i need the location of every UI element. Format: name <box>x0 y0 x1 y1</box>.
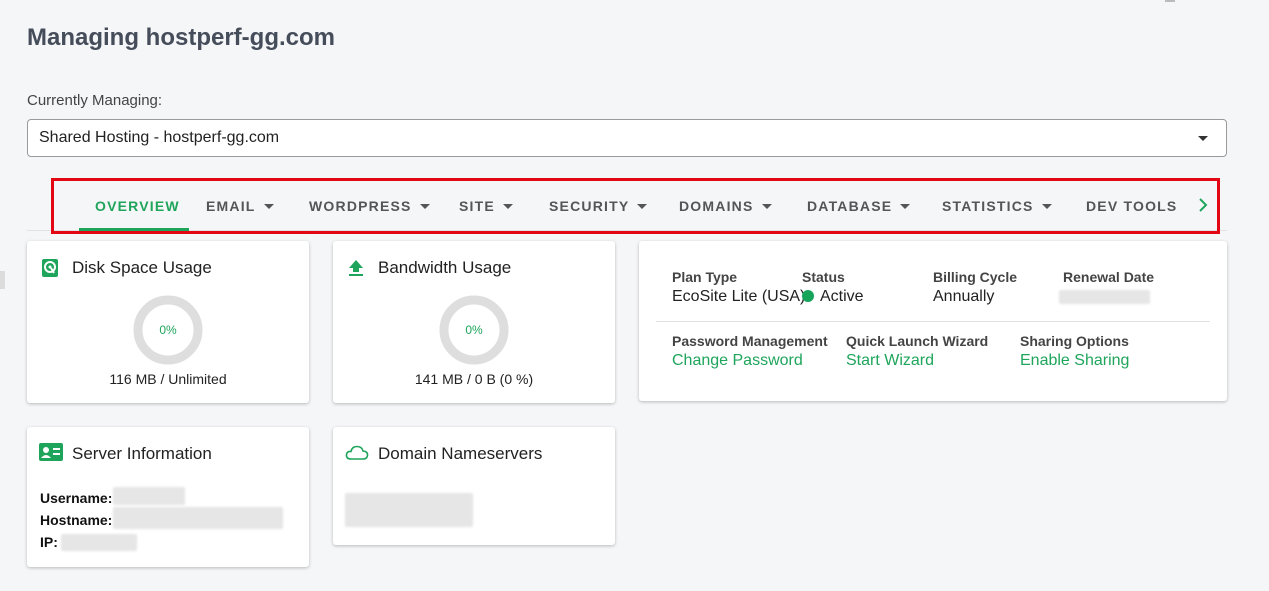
tab-label: STATISTICS <box>942 198 1034 214</box>
status-label: Status <box>802 269 845 285</box>
plan-type-label: Plan Type <box>672 269 738 285</box>
tab-statistics[interactable]: STATISTICS <box>942 181 1052 231</box>
caret-down-icon <box>1198 136 1208 141</box>
tab-label: EMAIL <box>206 198 256 214</box>
tab-database[interactable]: DATABASE <box>807 181 911 231</box>
hostname-redacted <box>113 507 283 529</box>
ip-redacted <box>61 534 137 551</box>
billing-cycle-value: Annually <box>933 288 995 305</box>
tabs-highlight-frame: OVERVIEW EMAIL WORDPRESS SITE SECURITY D… <box>51 178 1220 234</box>
disk-icon <box>41 258 61 278</box>
chevron-right-icon[interactable] <box>1194 195 1212 215</box>
tab-label: DATABASE <box>807 198 893 214</box>
status-text: Active <box>820 288 864 305</box>
sharing-options-label: Sharing Options <box>1020 333 1129 349</box>
disk-usage-card: Disk Space Usage 0% 116 MB / Unlimited <box>27 241 309 403</box>
card-title: Domain Nameservers <box>378 444 543 463</box>
nameservers-card: Domain Nameservers <box>333 427 615 545</box>
currently-managing-label: Currently Managing: <box>27 92 163 109</box>
tab-security[interactable]: SECURITY <box>549 181 648 231</box>
enable-sharing-link[interactable]: Enable Sharing <box>1020 352 1129 370</box>
billing-cycle-label: Billing Cycle <box>933 269 1018 285</box>
caret-down-icon <box>1041 203 1052 209</box>
tab-label: WORDPRESS <box>309 198 412 214</box>
managing-select-value: Shared Hosting - hostperf-gg.com <box>39 129 280 146</box>
quick-launch-label: Quick Launch Wizard <box>846 333 989 349</box>
id-card-icon <box>39 443 63 463</box>
tab-label: DOMAINS <box>679 198 754 214</box>
caret-down-icon <box>761 203 772 209</box>
card-title: Disk Space Usage <box>72 258 212 277</box>
tab-label: DEV TOOLS <box>1086 198 1178 214</box>
managing-select[interactable]: Shared Hosting - hostperf-gg.com <box>27 119 1227 157</box>
bandwidth-usage-card: Bandwidth Usage 0% 141 MB / 0 B (0 %) <box>333 241 615 403</box>
active-tab-indicator <box>79 228 189 231</box>
card-title: Bandwidth Usage <box>378 258 512 277</box>
tab-email[interactable]: EMAIL <box>206 181 274 231</box>
plan-type-value: EcoSite Lite (USA) <box>672 288 806 305</box>
section-divider <box>656 321 1210 322</box>
caret-down-icon <box>419 203 430 209</box>
caret-down-icon <box>900 203 911 209</box>
scroll-edge-mark <box>0 271 5 289</box>
disk-usage-text: 116 MB / Unlimited <box>109 371 227 387</box>
tab-dev-tools[interactable]: DEV TOOLS <box>1086 181 1177 231</box>
start-wizard-link[interactable]: Start Wizard <box>846 352 934 370</box>
cloud-icon <box>345 445 369 465</box>
plan-info-card: Plan Type EcoSite Lite (USA) Status Acti… <box>639 241 1227 401</box>
password-management-label: Password Management <box>672 333 828 349</box>
nameservers-redacted <box>345 493 473 527</box>
disk-usage-percent: 0% <box>159 323 177 337</box>
card-title: Server Information <box>72 444 212 463</box>
tab-label: SITE <box>459 198 495 214</box>
caret-down-icon <box>502 203 513 209</box>
tab-site[interactable]: SITE <box>459 181 513 231</box>
bandwidth-usage-text: 141 MB / 0 B (0 %) <box>414 371 534 387</box>
tab-overview[interactable]: OVERVIEW <box>95 181 180 231</box>
renewal-date-redacted <box>1059 290 1150 304</box>
status-dot-icon <box>802 290 814 302</box>
status-value: Active <box>802 288 864 306</box>
change-password-link[interactable]: Change Password <box>672 352 803 370</box>
ip-label: IP: <box>40 534 58 550</box>
page-title: Managing hostperf-gg.com <box>27 24 335 51</box>
caret-down-icon <box>263 203 274 209</box>
server-info-card: Server Information Username: Hostname: I… <box>27 427 309 567</box>
upload-icon <box>347 258 367 278</box>
hostname-label: Hostname: <box>40 512 113 528</box>
renewal-date-label: Renewal Date <box>1063 269 1155 285</box>
tab-wordpress[interactable]: WORDPRESS <box>309 181 430 231</box>
bandwidth-usage-percent: 0% <box>465 323 483 337</box>
tab-domains[interactable]: DOMAINS <box>679 181 772 231</box>
username-redacted <box>113 487 185 505</box>
tab-label: SECURITY <box>549 198 630 214</box>
tab-label: OVERVIEW <box>95 198 180 214</box>
username-label: Username: <box>40 490 113 506</box>
caret-down-icon <box>637 203 648 209</box>
corner-mark <box>1165 0 1175 2</box>
